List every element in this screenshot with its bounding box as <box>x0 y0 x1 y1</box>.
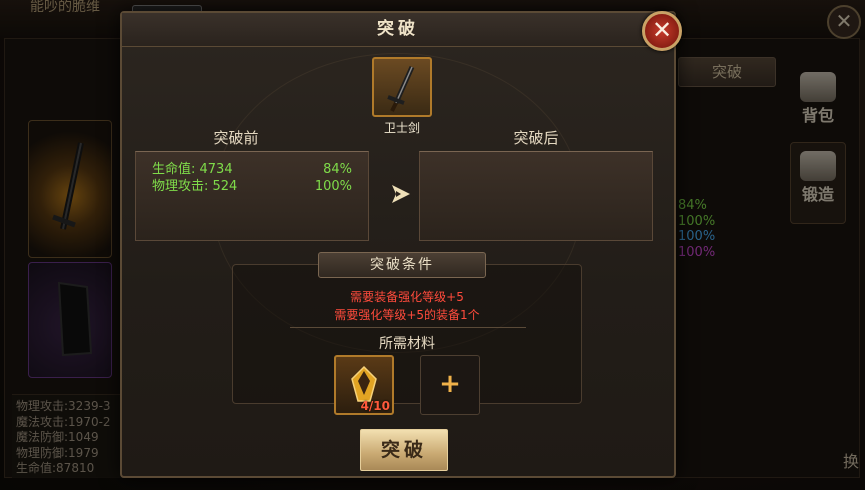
before-stats-box: 生命值: 4734 84% 物理攻击: 524 100% <box>135 151 369 241</box>
plus-icon: + <box>439 369 461 399</box>
stat-hp-percent: 84% <box>323 162 352 177</box>
divider <box>290 327 526 328</box>
add-material-button[interactable]: + <box>420 355 480 415</box>
arrow-right-icon <box>392 185 410 203</box>
close-icon: ✕ <box>651 16 673 44</box>
breakthrough-button[interactable]: 突破 <box>360 429 448 471</box>
material-slot[interactable]: 4/10 <box>334 355 394 415</box>
materials-title: 所需材料 <box>379 336 435 352</box>
stat-physical-attack-percent: 100% <box>314 179 352 194</box>
sword-icon <box>387 65 415 112</box>
after-stats-box <box>419 151 653 241</box>
material-count: 4/10 <box>360 399 390 413</box>
stat-hp: 生命值: 4734 <box>152 162 233 177</box>
condition-line: 需要装备强化等级+5 <box>350 290 464 304</box>
condition-line: 需要强化等级+5的装备1个 <box>334 308 480 322</box>
item-name: 卫士剑 <box>383 121 420 135</box>
conditions-title: 突破条件 <box>318 252 486 278</box>
item-slot[interactable] <box>372 57 432 117</box>
close-button[interactable]: ✕ <box>642 11 682 51</box>
dialog-title: 突破 <box>122 13 674 47</box>
after-title: 突破后 <box>513 129 559 147</box>
before-title: 突破前 <box>213 129 259 147</box>
stat-physical-attack: 物理攻击: 524 <box>152 179 238 194</box>
breakthrough-dialog: 突破 ✕ 卫士剑 突破前 突破后 生命值: 4734 84% 物理攻击: 524… <box>120 11 682 478</box>
